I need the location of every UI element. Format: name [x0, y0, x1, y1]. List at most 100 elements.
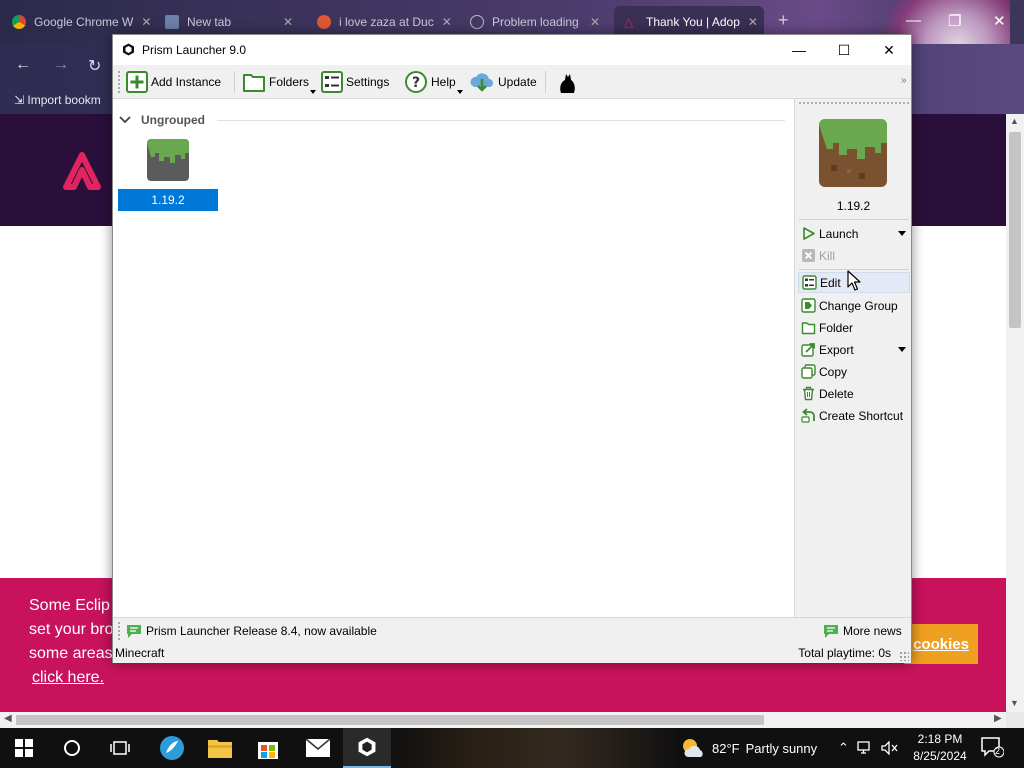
minimize-icon[interactable]: — [784, 39, 814, 61]
adobe-logo-icon [63, 152, 101, 190]
update-label: Update [498, 75, 537, 89]
shortcut-icon [801, 408, 815, 423]
minimize-icon[interactable]: — [906, 12, 921, 29]
restore-icon[interactable]: ❐ [948, 12, 961, 30]
task-view-icon [110, 741, 130, 755]
delete-button[interactable]: Delete [798, 383, 910, 404]
taskbar-app-browser[interactable] [148, 728, 196, 768]
close-icon[interactable]: ✕ [993, 12, 1006, 30]
close-icon[interactable]: ✕ [283, 15, 293, 29]
folders-button[interactable]: Folders [242, 68, 317, 96]
help-label: Help [431, 75, 456, 89]
help-button[interactable]: ? Help [404, 68, 463, 96]
close-icon[interactable]: ✕ [748, 15, 758, 29]
page-horizontal-scrollbar[interactable]: ◀ ▶ [0, 712, 1006, 728]
news-bar: Prism Launcher Release 8.4, now availabl… [113, 617, 911, 643]
new-tab-icon[interactable]: + [778, 10, 789, 31]
total-playtime: Total playtime: 0s [798, 646, 891, 660]
chevron-down-icon[interactable] [119, 113, 137, 127]
clock-time: 2:18 PM [917, 732, 963, 746]
search-button[interactable] [48, 728, 96, 768]
settings-button[interactable]: Settings [321, 68, 389, 96]
taskbar-prism-launcher[interactable] [343, 728, 391, 768]
taskbar-mail[interactable] [294, 728, 342, 768]
news-headline-button[interactable]: Prism Launcher Release 8.4, now availabl… [126, 622, 377, 640]
back-icon[interactable]: ← [15, 56, 31, 74]
import-bookmarks-link[interactable]: ⇲ Import bookm [14, 93, 101, 107]
chevron-down-icon[interactable] [898, 231, 906, 236]
edit-icon [802, 275, 817, 290]
change-group-label: Change Group [819, 298, 898, 313]
scroll-down-icon[interactable]: ▼ [1010, 698, 1019, 708]
instance-tile[interactable]: 1.19.2 [118, 139, 218, 211]
taskbar-file-explorer[interactable] [196, 728, 244, 768]
more-news-button[interactable]: More news [823, 622, 902, 640]
cookie-text: Some Eclip set your bro some areas [29, 594, 113, 666]
cookie-text-line: Some Eclip [29, 597, 110, 614]
kill-button[interactable]: Kill [798, 245, 910, 266]
windows-taskbar: 82°F Partly sunny ⌃ 2:18 PM 8/25/2024 2 [0, 728, 1024, 768]
folder-button[interactable]: Folder [798, 317, 910, 338]
cat-button[interactable] [555, 68, 579, 96]
forward-icon[interactable]: → [53, 56, 69, 74]
scroll-up-icon[interactable]: ▲ [1010, 116, 1019, 126]
folder-icon [801, 322, 816, 335]
scroll-left-icon[interactable]: ◀ [4, 713, 12, 724]
task-view-button[interactable] [96, 728, 144, 768]
action-center-button[interactable]: 2 [980, 736, 1005, 761]
copy-button[interactable]: Copy [798, 361, 910, 382]
maximize-icon[interactable]: ☐ [829, 39, 859, 61]
system-clock[interactable]: 2:18 PM 8/25/2024 [912, 731, 968, 765]
close-icon[interactable]: ✕ [590, 15, 600, 29]
main-toolbar: Add Instance Folders Settings ? Help Upd… [113, 65, 911, 99]
resize-grip[interactable] [899, 651, 909, 661]
network-icon[interactable] [857, 741, 873, 755]
news-grip[interactable] [118, 622, 121, 640]
accept-cookies-button[interactable]: cookies [904, 624, 978, 664]
toolbar-grip[interactable] [118, 71, 121, 93]
taskbar-store[interactable] [244, 728, 292, 768]
copy-icon [801, 364, 816, 379]
weather-temp: 82°F [712, 740, 740, 756]
system-tray: ⌃ [838, 728, 899, 768]
page-vertical-scrollbar[interactable]: ▲ ▼ [1006, 114, 1024, 712]
chevron-up-icon[interactable]: ⌃ [838, 740, 849, 756]
scroll-right-icon[interactable]: ▶ [994, 713, 1002, 724]
folders-label: Folders [269, 75, 310, 89]
toolbar-separator [234, 71, 235, 93]
group-header[interactable]: Ungrouped [119, 111, 785, 129]
cookie-click-here-link[interactable]: click here. [32, 669, 104, 687]
sidebar-divider [799, 219, 909, 220]
instance-view[interactable]: Ungrouped 1.19.2 [113, 99, 794, 617]
change-group-button[interactable]: Change Group [798, 295, 910, 316]
close-icon[interactable]: ✕ [442, 15, 452, 29]
close-icon[interactable]: ✕ [874, 39, 904, 61]
launch-button[interactable]: Launch [798, 223, 910, 244]
toolbar-overflow-icon[interactable]: » [901, 75, 907, 86]
play-icon [803, 227, 815, 240]
scroll-thumb[interactable] [16, 715, 764, 725]
add-instance-button[interactable]: Add Instance [126, 68, 221, 96]
grass-block-icon[interactable] [819, 119, 887, 187]
news-bubble-icon [824, 624, 838, 638]
window-title-bar[interactable]: Prism Launcher 9.0 — ☐ ✕ [113, 35, 911, 65]
weather-widget[interactable]: 82°F Partly sunny [680, 728, 817, 768]
reload-icon[interactable]: ↻ [88, 56, 101, 76]
create-shortcut-button[interactable]: Create Shortcut [798, 405, 910, 426]
sidebar-grip[interactable] [799, 102, 909, 104]
scroll-thumb[interactable] [1009, 132, 1021, 328]
tag-icon [801, 298, 816, 313]
chevron-down-icon[interactable] [898, 347, 906, 352]
bookmark-label: Import bookm [27, 93, 101, 107]
volume-muted-icon[interactable] [881, 741, 899, 755]
taskbar-wallpaper [390, 728, 680, 768]
close-icon[interactable]: ✕ [141, 15, 151, 29]
info-icon [470, 15, 484, 29]
export-button[interactable]: Export [798, 339, 910, 360]
update-button[interactable]: Update [469, 68, 537, 96]
start-button[interactable] [0, 728, 48, 768]
selected-instance-name: 1.19.2 [836, 199, 871, 213]
mouse-cursor-icon [847, 270, 861, 291]
launch-label: Launch [819, 226, 859, 241]
prism-logo-icon [123, 43, 134, 56]
